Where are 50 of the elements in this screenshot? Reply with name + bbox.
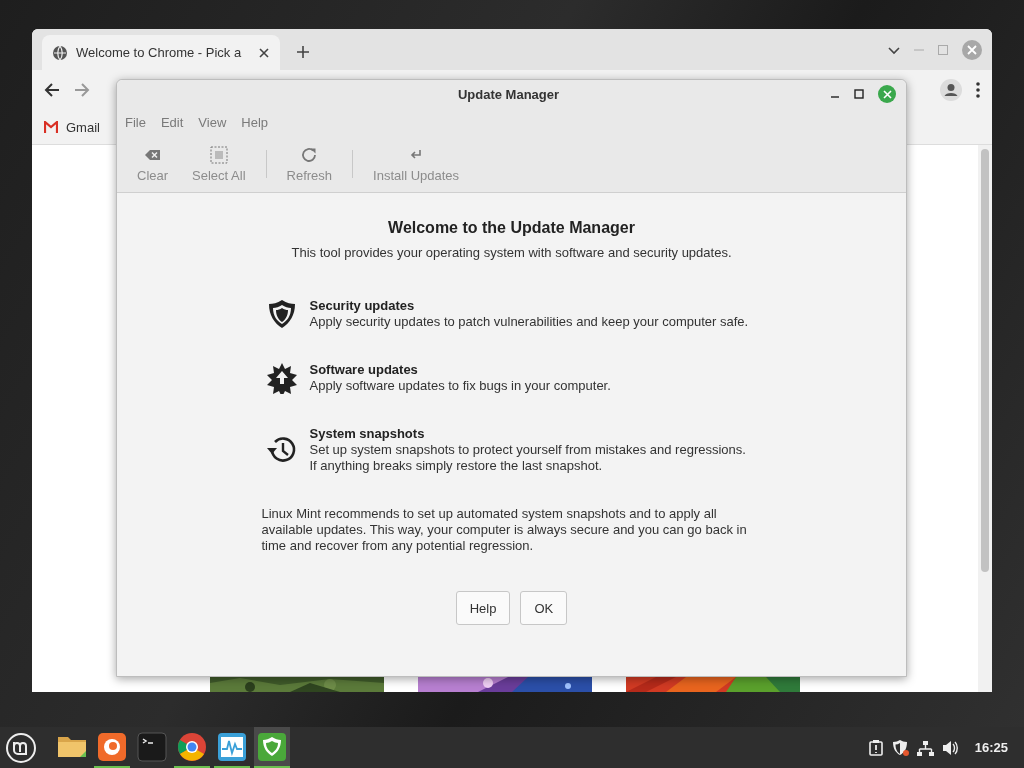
refresh-icon [300, 146, 318, 163]
taskbar-button[interactable] [254, 727, 290, 768]
clock[interactable]: 16:25 [974, 740, 1008, 755]
maximize-icon[interactable] [854, 89, 864, 99]
bookmark[interactable]: Gmail [44, 119, 100, 135]
return-arrow-icon [410, 149, 423, 160]
menu-item[interactable]: View [198, 114, 227, 130]
starburst-up-arrow-icon [265, 362, 298, 394]
browser-icon [96, 730, 128, 763]
volume-icon[interactable] [941, 738, 959, 757]
feature-title: Software updates [309, 362, 419, 378]
window-title: Update Manager [456, 86, 561, 102]
dialog-button[interactable]: Help [455, 591, 511, 625]
feature-title: System snapshots [309, 426, 426, 442]
new-tab-icon[interactable] [296, 45, 310, 59]
clipboard-icon[interactable] [867, 739, 884, 756]
menu-item[interactable]: Edit [160, 114, 184, 130]
recommendation-text: Linux Mint recommends to set up automated system snapshots and to apply all available updates. This way, your computer is always secure and you can go back in time and recover from any potential regression. [261, 506, 748, 554]
forward-arrow-icon[interactable] [74, 82, 90, 98]
scrollbar[interactable] [978, 145, 992, 692]
feature-title: Security updates [309, 298, 416, 314]
shield-icon[interactable] [891, 739, 909, 756]
menu-item[interactable]: File [125, 114, 146, 130]
menu-icon[interactable] [976, 82, 980, 98]
feature-description: Apply security updates to patch vulnerabilities and keep your computer safe. [309, 314, 750, 330]
browser-icon [176, 730, 208, 763]
chevron-down-icon[interactable] [888, 45, 900, 55]
network-icon[interactable] [916, 739, 934, 756]
menu-item[interactable]: Help [241, 114, 269, 130]
avatar-icon[interactable] [940, 79, 962, 101]
mail-icon [44, 120, 58, 134]
close-icon[interactable] [258, 46, 270, 59]
select-all-icon [209, 145, 228, 164]
close-icon [882, 89, 892, 99]
close-icon [967, 45, 977, 55]
backspace-icon [145, 148, 161, 161]
back-arrow-icon[interactable] [44, 82, 60, 98]
system-monitor-icon [216, 730, 248, 763]
tab-title: Welcome to Chrome - Pick a [76, 45, 243, 60]
dialog-subtitle: This tool provides your operating system with software and security updates. [291, 245, 732, 260]
feature-description: Set up system snapshots to protect yourself from mistakes and regressions. If anything breaks simply restore the last snapshot. [309, 442, 747, 474]
close-button[interactable] [878, 85, 896, 103]
dialog-button[interactable]: OK [520, 591, 568, 625]
menu-icon[interactable] [6, 732, 36, 763]
shield-icon [256, 730, 288, 763]
dialog-heading: Welcome to the Update Manager [388, 219, 635, 237]
terminal-icon [136, 730, 168, 763]
feature-description: Apply software updates to fix bugs in your computer. [309, 378, 612, 394]
browser-tab[interactable]: Welcome to Chrome - Pick a [42, 35, 280, 70]
globe-icon [52, 44, 68, 61]
